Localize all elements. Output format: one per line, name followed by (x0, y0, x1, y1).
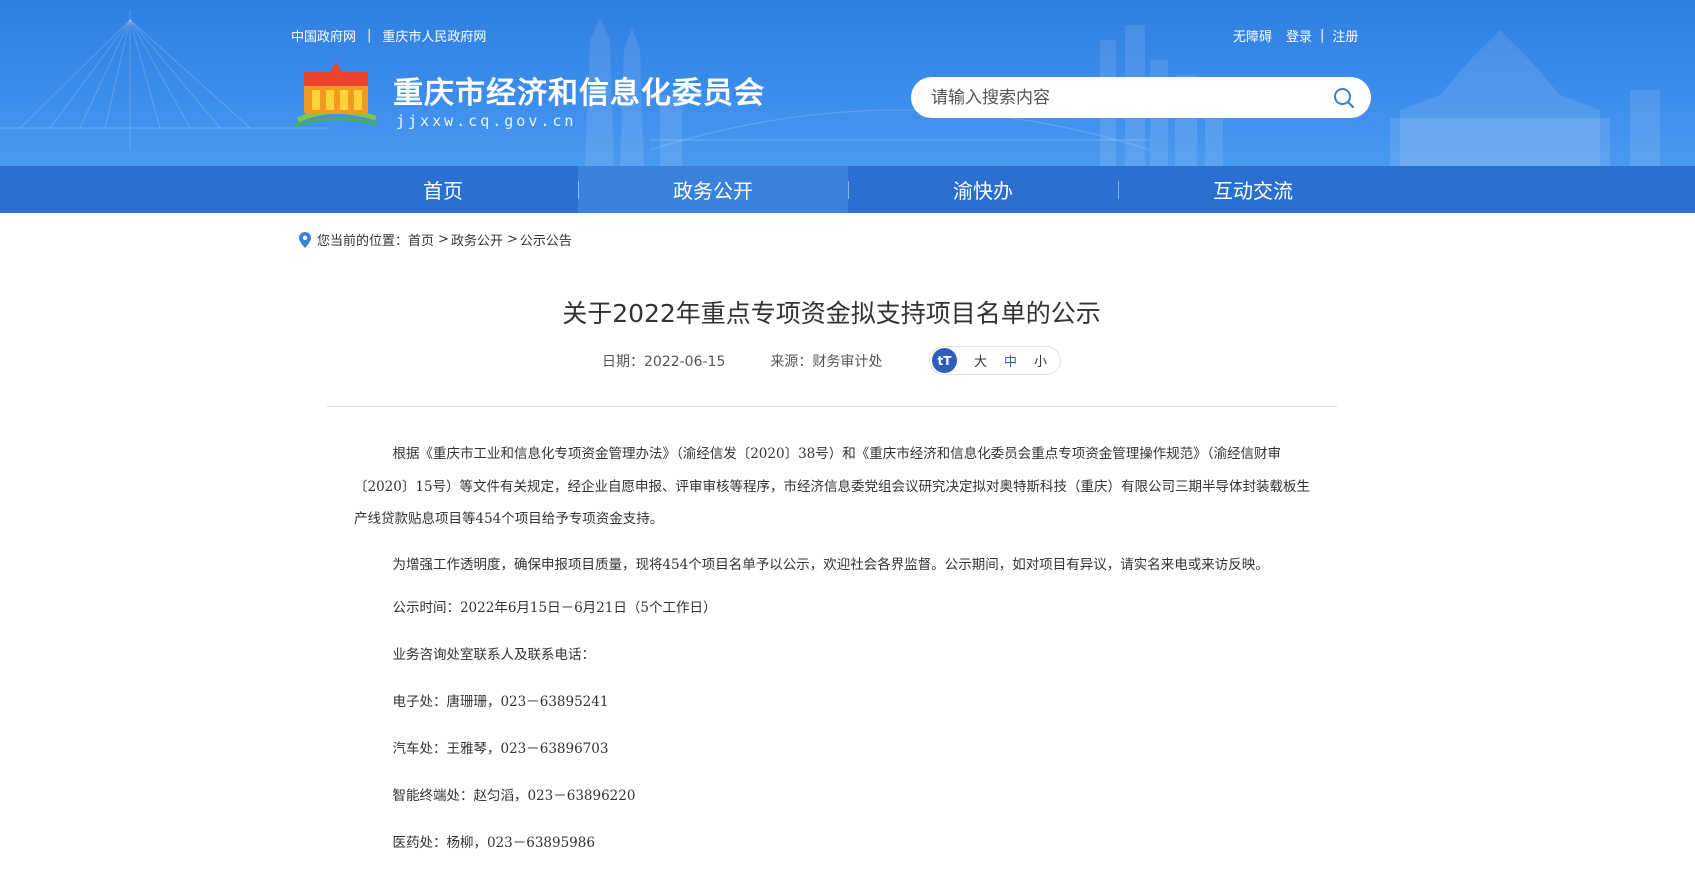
article-paragraph: 公示时间：2022年6月15日－6月21日（5个工作日） (392, 600, 717, 616)
breadcrumb-announcements[interactable]: 公示公告 (520, 230, 572, 249)
breadcrumb: 您当前的位置： 首页 > 政务公开 > 公示公告 (299, 230, 572, 249)
nav-item-interaction[interactable]: 互动交流 (1118, 166, 1388, 213)
nav-item-yukuaiban[interactable]: 渝快办 (848, 166, 1118, 213)
site-domain: jjxxw.cq.gov.cn (396, 112, 577, 130)
article-date: 日期：2022-06-15 (602, 354, 726, 370)
article-body: 根据《重庆市工业和信息化专项资金管理办法》（渝经信发〔2020〕38号）和《重庆… (354, 438, 1314, 867)
article-meta: 日期：2022-06-15 来源：财务审计处 (602, 351, 882, 371)
breadcrumb-home[interactable]: 首页 (408, 230, 434, 249)
city-skyline-illustration (0, 10, 1660, 166)
separator: | (367, 28, 372, 43)
accessibility-link[interactable]: 无障碍 (1233, 26, 1272, 45)
separator: | (1320, 28, 1325, 43)
breadcrumb-prefix: 您当前的位置： (317, 234, 409, 249)
article-paragraph: 业务咨询处室联系人及联系电话： (392, 647, 595, 663)
register-link[interactable]: 注册 (1332, 26, 1358, 45)
search-icon[interactable] (1333, 87, 1355, 109)
gov-links: 中国政府网 | 重庆市人民政府网 (291, 26, 486, 45)
link-china-gov[interactable]: 中国政府网 (291, 26, 356, 45)
main-nav: 首页 政务公开 渝快办 互动交流 (0, 166, 1695, 213)
search-box (911, 77, 1371, 118)
article-source: 来源：财务审计处 (770, 354, 883, 370)
article-paragraph: 为增强工作透明度，确保申报项目质量，现将454个项目名单予以公示，欢迎社会各界监… (392, 556, 1269, 573)
font-size-large-button[interactable]: 大 (974, 351, 987, 370)
user-links: 无障碍 登录 | 注册 (1233, 26, 1358, 45)
breadcrumb-separator: > (506, 232, 518, 247)
breadcrumb-gov-affairs[interactable]: 政务公开 (451, 230, 503, 249)
link-chongqing-gov[interactable]: 重庆市人民政府网 (382, 26, 486, 45)
logo-emblem[interactable] (292, 60, 378, 132)
article-paragraph: 根据《重庆市工业和信息化专项资金管理办法》（渝经信发〔2020〕38号）和《重庆… (354, 446, 1311, 527)
article-paragraph: 电子处：唐珊珊，023－63895241 (392, 694, 609, 710)
header-banner: 中国政府网 | 重庆市人民政府网 无障碍 登录 | 注册 重庆市经济和信息化委员… (0, 0, 1695, 166)
font-size-small-button[interactable]: 小 (1034, 351, 1047, 370)
article-paragraph: 汽车处：王雅琴，023－63896703 (392, 741, 609, 757)
search-input[interactable] (929, 86, 1333, 109)
login-link[interactable]: 登录 (1286, 26, 1312, 45)
font-size-medium-button[interactable]: 中 (1004, 351, 1017, 370)
font-size-switcher: tT 大 中 小 (929, 346, 1061, 375)
article-paragraph: 医药处：杨柳，023－63895986 (392, 835, 595, 851)
article-paragraph: 智能终端处：赵匀滔，023－63896220 (392, 788, 636, 804)
location-pin-icon (299, 231, 311, 248)
text-size-icon: tT (932, 348, 957, 373)
breadcrumb-separator: > (438, 232, 449, 247)
site-title: 重庆市经济和信息化委员会 (393, 76, 765, 111)
title-divider (327, 406, 1337, 407)
nav-item-gov-affairs[interactable]: 政务公开 (578, 166, 848, 213)
article-title: 关于2022年重点专项资金拟支持项目名单的公示 (562, 299, 1101, 328)
nav-item-home[interactable]: 首页 (308, 166, 578, 213)
